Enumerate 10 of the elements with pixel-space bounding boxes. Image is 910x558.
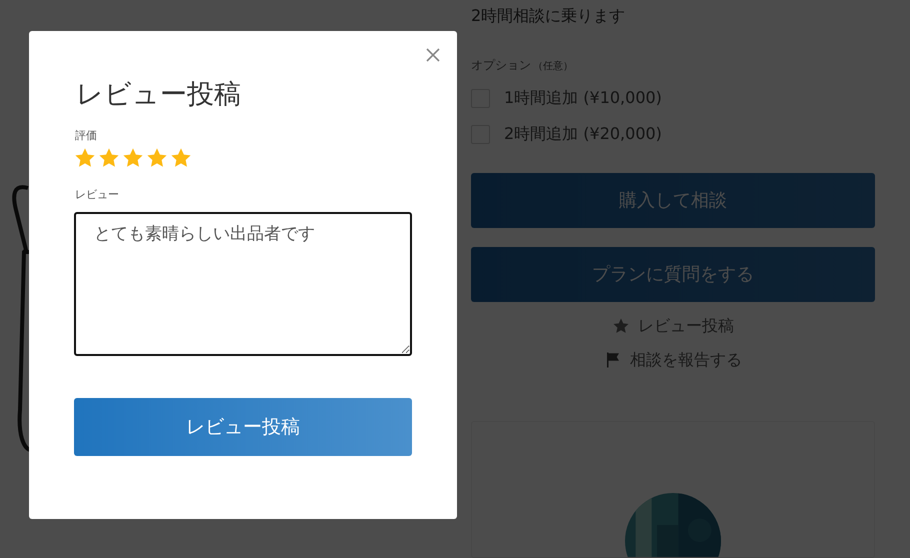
options-note: （任意） [533, 60, 573, 74]
review-label: レビュー [75, 187, 120, 202]
option-label: 1時間追加 (¥10,000) [504, 88, 662, 110]
option-label: 2時間追加 (¥20,000) [504, 124, 662, 146]
close-button[interactable] [426, 48, 440, 62]
rating-label: 評価 [75, 128, 98, 143]
plan-title: 2時間相談に乗ります [471, 6, 626, 27]
submit-button[interactable]: レビュー投稿 [74, 398, 412, 456]
review-field[interactable]: とても素晴らしい出品者です [74, 212, 412, 356]
modal-title: レビュー投稿 [76, 78, 242, 112]
